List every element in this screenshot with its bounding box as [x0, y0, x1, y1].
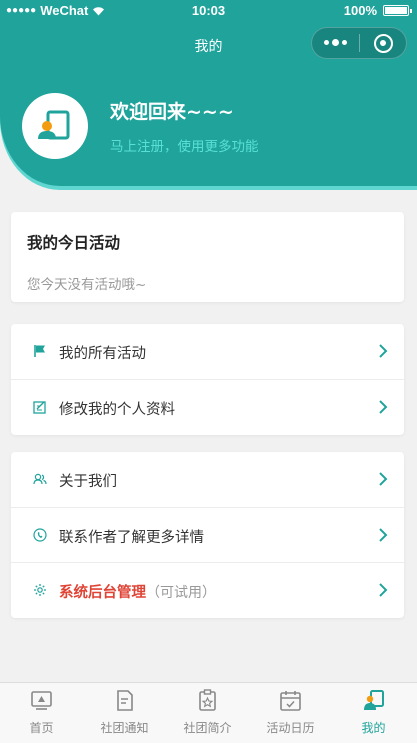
more-button[interactable] [312, 39, 359, 46]
menu-group-about: 关于我们 联系作者了解更多详情 系统后台管理（可试用） [11, 452, 404, 618]
tab-profile[interactable]: 我的 [332, 683, 415, 743]
tab-intro[interactable]: 社团简介 [166, 683, 249, 743]
avatar[interactable] [22, 93, 88, 159]
phone-icon [33, 528, 47, 542]
today-activity-card: 我的今日活动 您今天没有活动哦~ [11, 212, 404, 302]
users-icon [33, 473, 47, 485]
profile-icon [364, 690, 384, 710]
edit-icon [33, 401, 46, 414]
more-dot-icon [342, 40, 347, 45]
notice-icon [117, 690, 133, 711]
tab-label: 社团简介 [183, 721, 232, 735]
flag-icon [34, 345, 45, 357]
menu-item-label: 系统后台管理（可试用） [59, 581, 216, 602]
tab-label: 社团通知 [100, 721, 149, 735]
status-battery: 100% [343, 3, 412, 18]
status-bar: ●●●●● WeChat 10:03 100% [0, 0, 417, 22]
more-dot-icon [324, 40, 329, 45]
chevron-right-icon [379, 400, 388, 414]
menu-group-activities: 我的所有活动 修改我的个人资料 [11, 324, 404, 435]
miniprogram-capsule [311, 27, 407, 59]
chevron-right-icon [379, 583, 388, 597]
battery-icon [383, 5, 412, 16]
welcome-text: 欢迎回来~~~ [110, 101, 234, 123]
battery-label: 100% [343, 3, 377, 18]
chevron-right-icon [379, 344, 388, 358]
menu-item-label: 修改我的个人资料 [59, 402, 175, 418]
admin-trial-suffix: （可试用） [146, 585, 216, 601]
menu-item-about-us[interactable]: 关于我们 [11, 452, 404, 507]
close-button[interactable] [360, 33, 406, 53]
tab-label: 我的 [361, 721, 386, 735]
clipboard-icon [199, 689, 216, 711]
admin-label: 系统后台管理 [59, 585, 146, 601]
tab-home[interactable]: 首页 [0, 683, 83, 743]
more-dot-icon [332, 39, 339, 46]
menu-item-all-activities[interactable]: 我的所有活动 [11, 324, 404, 379]
menu-item-label: 关于我们 [59, 474, 117, 490]
today-empty-text: 您今天没有活动哦~ [27, 277, 147, 293]
register-link[interactable]: 马上注册，使用更多功能 [110, 135, 259, 155]
menu-item-admin[interactable]: 系统后台管理（可试用） [11, 562, 404, 617]
calendar-icon [280, 691, 301, 711]
chevron-right-icon [379, 472, 388, 486]
tab-notice[interactable]: 社团通知 [83, 683, 166, 743]
close-icon [373, 33, 393, 53]
user-avatar-icon [38, 110, 70, 140]
menu-item-contact-author[interactable]: 联系作者了解更多详情 [11, 507, 404, 562]
menu-item-label: 联系作者了解更多详情 [59, 530, 204, 546]
gear-icon [34, 584, 46, 596]
menu-item-edit-profile[interactable]: 修改我的个人资料 [11, 379, 404, 434]
tab-calendar[interactable]: 活动日历 [249, 683, 332, 743]
menu-item-label: 我的所有活动 [59, 346, 146, 362]
tab-bar: 首页 社团通知 社团简介 活动日历 我的 [0, 682, 417, 743]
home-icon [31, 691, 52, 710]
tab-label: 首页 [29, 721, 54, 735]
today-title: 我的今日活动 [27, 234, 121, 252]
chevron-right-icon [379, 528, 388, 542]
tab-label: 活动日历 [266, 721, 315, 735]
